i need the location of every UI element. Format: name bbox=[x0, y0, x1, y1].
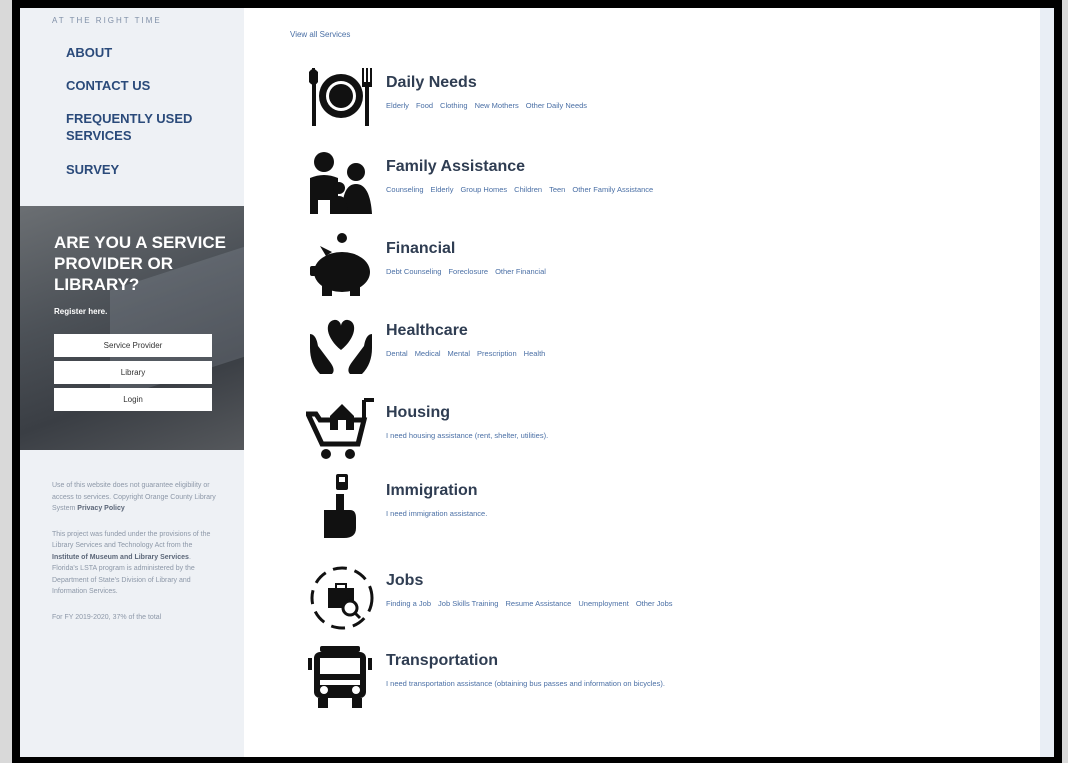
service-link[interactable]: New Mothers bbox=[475, 101, 519, 110]
service-links: Counseling Elderly Group Homes Children Teen… bbox=[386, 185, 660, 194]
service-link[interactable]: Medical bbox=[415, 349, 441, 358]
service-link[interactable]: Resume Assistance bbox=[505, 599, 571, 608]
service-link[interactable]: Teen bbox=[549, 185, 565, 194]
hand-passport-icon[interactable] bbox=[306, 474, 376, 538]
nav-about[interactable]: ABOUT bbox=[66, 44, 216, 61]
piggy-bank-icon[interactable] bbox=[306, 232, 376, 296]
service-link[interactable]: Counseling bbox=[386, 185, 424, 194]
service-link[interactable]: I need transportation assistance (obtain… bbox=[386, 679, 665, 688]
family-icon[interactable] bbox=[306, 150, 376, 214]
service-title[interactable]: Immigration bbox=[386, 482, 494, 500]
service-link[interactable]: Other Financial bbox=[495, 267, 546, 276]
library-button[interactable]: Library bbox=[54, 361, 212, 384]
service-financial: Financial Debt Counseling Foreclosure Other… bbox=[306, 232, 553, 296]
house-cart-icon[interactable] bbox=[306, 396, 376, 460]
service-jobs: Jobs Finding a Job Job Skills Training Resu… bbox=[306, 564, 680, 630]
promo-subtitle: Register here. bbox=[54, 307, 108, 316]
site-tagline: AT THE RIGHT TIME bbox=[52, 16, 162, 25]
service-link[interactable]: I need immigration assistance. bbox=[386, 509, 487, 518]
nav-contact-us[interactable]: CONTACT US bbox=[66, 77, 216, 94]
disclaimer-paragraph: Use of this website does not guarantee e… bbox=[52, 480, 218, 515]
service-immigration: Immigration I need immigration assistance… bbox=[306, 474, 494, 538]
promo-title: ARE YOU A SERVICE PROVIDER OR LIBRARY? bbox=[54, 233, 226, 294]
service-link[interactable]: Dental bbox=[386, 349, 408, 358]
service-link[interactable]: Other Family Assistance bbox=[572, 185, 653, 194]
briefcase-search-icon[interactable] bbox=[306, 564, 376, 630]
service-link[interactable]: Group Homes bbox=[460, 185, 507, 194]
service-links: Dental Medical Mental Prescription Health bbox=[386, 349, 552, 358]
service-link[interactable]: Other Daily Needs bbox=[526, 101, 587, 110]
service-title[interactable]: Daily Needs bbox=[386, 74, 594, 92]
service-transportation: Transportation I need transportation assi… bbox=[306, 644, 672, 708]
nav-frequently-used-services[interactable]: FREQUENTLY USED SERVICES bbox=[66, 110, 216, 144]
service-link[interactable]: Foreclosure bbox=[448, 267, 488, 276]
service-link[interactable]: Job Skills Training bbox=[438, 599, 498, 608]
service-link[interactable]: Debt Counseling bbox=[386, 267, 441, 276]
bus-icon[interactable] bbox=[306, 644, 376, 708]
fiscal-paragraph: For FY 2019-2020, 37% of the total bbox=[52, 613, 162, 621]
service-link[interactable]: Health bbox=[524, 349, 546, 358]
main-content: View all Services Daily Needs Elderly Food… bbox=[244, 8, 1054, 757]
view-all-services-link[interactable]: View all Services bbox=[290, 30, 350, 39]
sidebar: AT THE RIGHT TIME ABOUT CONTACT US FREQU… bbox=[20, 8, 244, 757]
funding-text: This project was funded under the provis… bbox=[52, 530, 211, 550]
provider-promo-panel: ARE YOU A SERVICE PROVIDER OR LIBRARY? R… bbox=[20, 206, 244, 450]
service-links: I need housing assistance (rent, shelter… bbox=[386, 431, 555, 440]
nav-survey[interactable]: SURVEY bbox=[66, 161, 216, 178]
service-title[interactable]: Financial bbox=[386, 240, 553, 258]
service-link[interactable]: Food bbox=[416, 101, 433, 110]
heart-hands-icon[interactable] bbox=[306, 314, 376, 378]
service-links: Debt Counseling Foreclosure Other Financia… bbox=[386, 267, 553, 276]
service-daily-needs: Daily Needs Elderly Food Clothing New Mother… bbox=[306, 66, 594, 130]
browser-viewport: AT THE RIGHT TIME ABOUT CONTACT US FREQU… bbox=[20, 8, 1054, 757]
service-link[interactable]: Clothing bbox=[440, 101, 468, 110]
service-link[interactable]: Elderly bbox=[386, 101, 409, 110]
sidebar-nav: ABOUT CONTACT US FREQUENTLY USED SERVICE… bbox=[20, 44, 244, 194]
funding-paragraph: This project was funded under the provis… bbox=[52, 529, 218, 598]
service-title[interactable]: Family Assistance bbox=[386, 158, 660, 176]
service-links: Elderly Food Clothing New Mothers Other Dail… bbox=[386, 101, 594, 110]
service-title[interactable]: Jobs bbox=[386, 572, 680, 590]
service-provider-button[interactable]: Service Provider bbox=[54, 334, 212, 357]
service-links: I need transportation assistance (obtain… bbox=[386, 679, 672, 688]
service-title[interactable]: Healthcare bbox=[386, 322, 552, 340]
service-link[interactable]: Children bbox=[514, 185, 542, 194]
screenshot-frame: AT THE RIGHT TIME ABOUT CONTACT US FREQU… bbox=[12, 0, 1062, 763]
plate-utensils-icon[interactable] bbox=[306, 66, 376, 130]
service-link[interactable]: Other Jobs bbox=[636, 599, 673, 608]
service-links: I need immigration assistance. bbox=[386, 509, 494, 518]
service-links: Finding a Job Job Skills Training Resume A… bbox=[386, 599, 680, 608]
service-link[interactable]: Mental bbox=[448, 349, 471, 358]
service-title[interactable]: Transportation bbox=[386, 652, 672, 670]
imls-link[interactable]: Institute of Museum and Library Services bbox=[52, 554, 189, 561]
service-link[interactable]: Unemployment bbox=[578, 599, 628, 608]
privacy-policy-link[interactable]: Privacy Policy bbox=[77, 505, 124, 512]
service-link[interactable]: Finding a Job bbox=[386, 599, 431, 608]
service-housing: Housing I need housing assistance (rent, … bbox=[306, 396, 555, 460]
service-link[interactable]: Prescription bbox=[477, 349, 517, 358]
service-healthcare: Healthcare Dental Medical Mental Prescriptio… bbox=[306, 314, 552, 378]
service-family-assistance: Family Assistance Counseling Elderly Group … bbox=[306, 150, 660, 214]
service-link[interactable]: Elderly bbox=[431, 185, 454, 194]
login-button[interactable]: Login bbox=[54, 388, 212, 411]
sidebar-footer: Use of this website does not guarantee e… bbox=[20, 450, 244, 637]
service-title[interactable]: Housing bbox=[386, 404, 555, 422]
service-link[interactable]: I need housing assistance (rent, shelter… bbox=[386, 431, 548, 440]
